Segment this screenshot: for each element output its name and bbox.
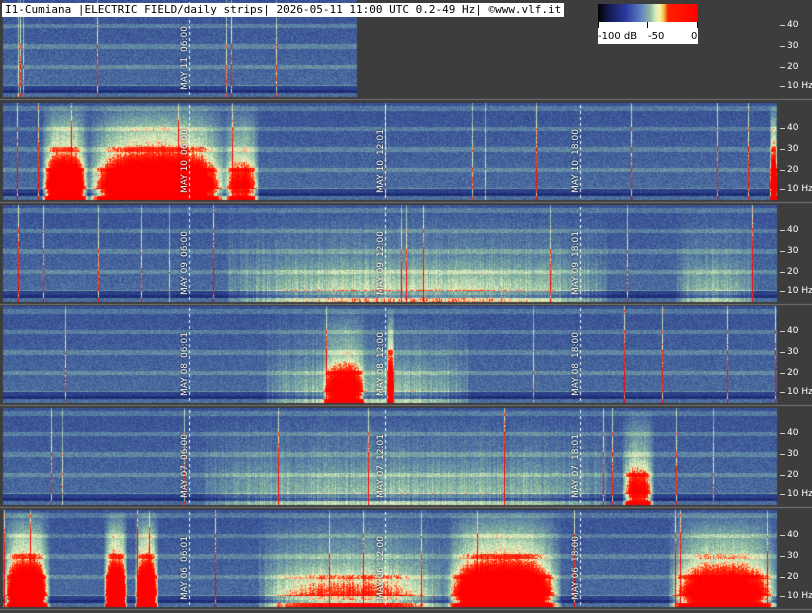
scale-label-mid: -50 [648,31,665,42]
strip-time-label: 18:01 [571,434,581,460]
freq-tick [780,556,785,557]
freq-tick [780,272,785,273]
freq-tick [780,475,785,476]
freq-label: 30 [787,246,799,256]
strip-date-label: MAY 10 [180,159,190,193]
freq-tick [780,596,785,597]
strip-time-label: 06:00 [180,129,190,155]
freq-label: 30 [787,347,799,357]
freq-label: 40 [787,225,799,235]
strip-date-label: MAY 08 [376,362,386,396]
strip-time-label: 18:00 [571,332,581,358]
freq-tick [780,291,785,292]
freq-label: 40 [787,428,799,438]
scale-tick [647,22,648,28]
freq-label: 30 [787,449,799,459]
strip-time-label: 06:00 [180,434,190,460]
spectrogram-canvas [0,0,812,613]
freq-label: 10 Hz [787,387,812,397]
freq-tick [780,494,785,495]
strip-date-label: MAY 09 [180,261,190,295]
strip-time-label: 12:00 [376,332,386,358]
freq-tick [780,46,785,47]
freq-label: 10 Hz [787,184,812,194]
scale-tick [697,22,698,28]
freq-tick [780,352,785,353]
scale-label-max: 0 [691,31,698,42]
strip-date-label: MAY 07 [376,464,386,498]
freq-label: 40 [787,530,799,540]
freq-tick [780,577,785,578]
freq-tick [780,392,785,393]
strip-date-label: MAY 06 [180,566,190,600]
strip-time-label: 06:00 [180,231,190,257]
strip-date-label: MAY 08 [571,362,581,396]
strip-date-label: MAY 10 [571,159,581,193]
strip-time-label: 12:00 [376,231,386,257]
strip-time-label: 12:00 [376,536,386,562]
freq-tick [780,86,785,87]
scale-label-min: -100 dB [598,31,638,42]
freq-label: 30 [787,144,799,154]
freq-label: 40 [787,20,799,30]
strip-date-label: MAY 10 [376,159,386,193]
freq-label: 20 [787,267,799,277]
strip-time-label: 06:01 [180,332,190,358]
freq-label: 10 Hz [787,591,812,601]
strip-time-label: 18:00 [571,129,581,155]
strip-date-label: MAY 11 [180,56,190,90]
strip-date-label: MAY 06 [571,566,581,600]
freq-tick [780,535,785,536]
freq-label: 20 [787,470,799,480]
strip-date-label: MAY 09 [376,261,386,295]
strip-time-label: 06:00 [180,26,190,52]
freq-label: 20 [787,368,799,378]
freq-label: 10 Hz [787,286,812,296]
freq-tick [780,149,785,150]
strip-date-label: MAY 06 [376,566,386,600]
color-scale-bar [598,4,698,22]
freq-tick [780,230,785,231]
freq-label: 40 [787,326,799,336]
freq-label: 20 [787,62,799,72]
freq-label: 10 Hz [787,81,812,91]
freq-label: 10 Hz [787,489,812,499]
color-scale: -100 dB -50 0 [598,4,698,44]
freq-label: 30 [787,41,799,51]
freq-tick [780,373,785,374]
freq-tick [780,25,785,26]
strip-time-label: 12:01 [376,129,386,155]
freq-label: 30 [787,551,799,561]
strip-date-label: MAY 08 [180,362,190,396]
strip-time-label: 12:01 [376,434,386,460]
strip-time-label: 18:00 [571,536,581,562]
freq-tick [780,170,785,171]
strip-date-label: MAY 07 [180,464,190,498]
freq-label: 20 [787,165,799,175]
freq-tick [780,67,785,68]
freq-tick [780,454,785,455]
freq-tick [780,251,785,252]
freq-tick [780,189,785,190]
freq-tick [780,433,785,434]
strip-date-label: MAY 09 [571,261,581,295]
freq-label: 40 [787,123,799,133]
page-title: I1-Cumiana |ELECTRIC FIELD/daily strips|… [2,3,565,17]
freq-tick [780,331,785,332]
strip-time-label: 06:01 [180,536,190,562]
scale-tick [598,22,599,28]
strip-time-label: 18:01 [571,231,581,257]
strip-date-label: MAY 07 [571,464,581,498]
freq-label: 20 [787,572,799,582]
freq-tick [780,128,785,129]
